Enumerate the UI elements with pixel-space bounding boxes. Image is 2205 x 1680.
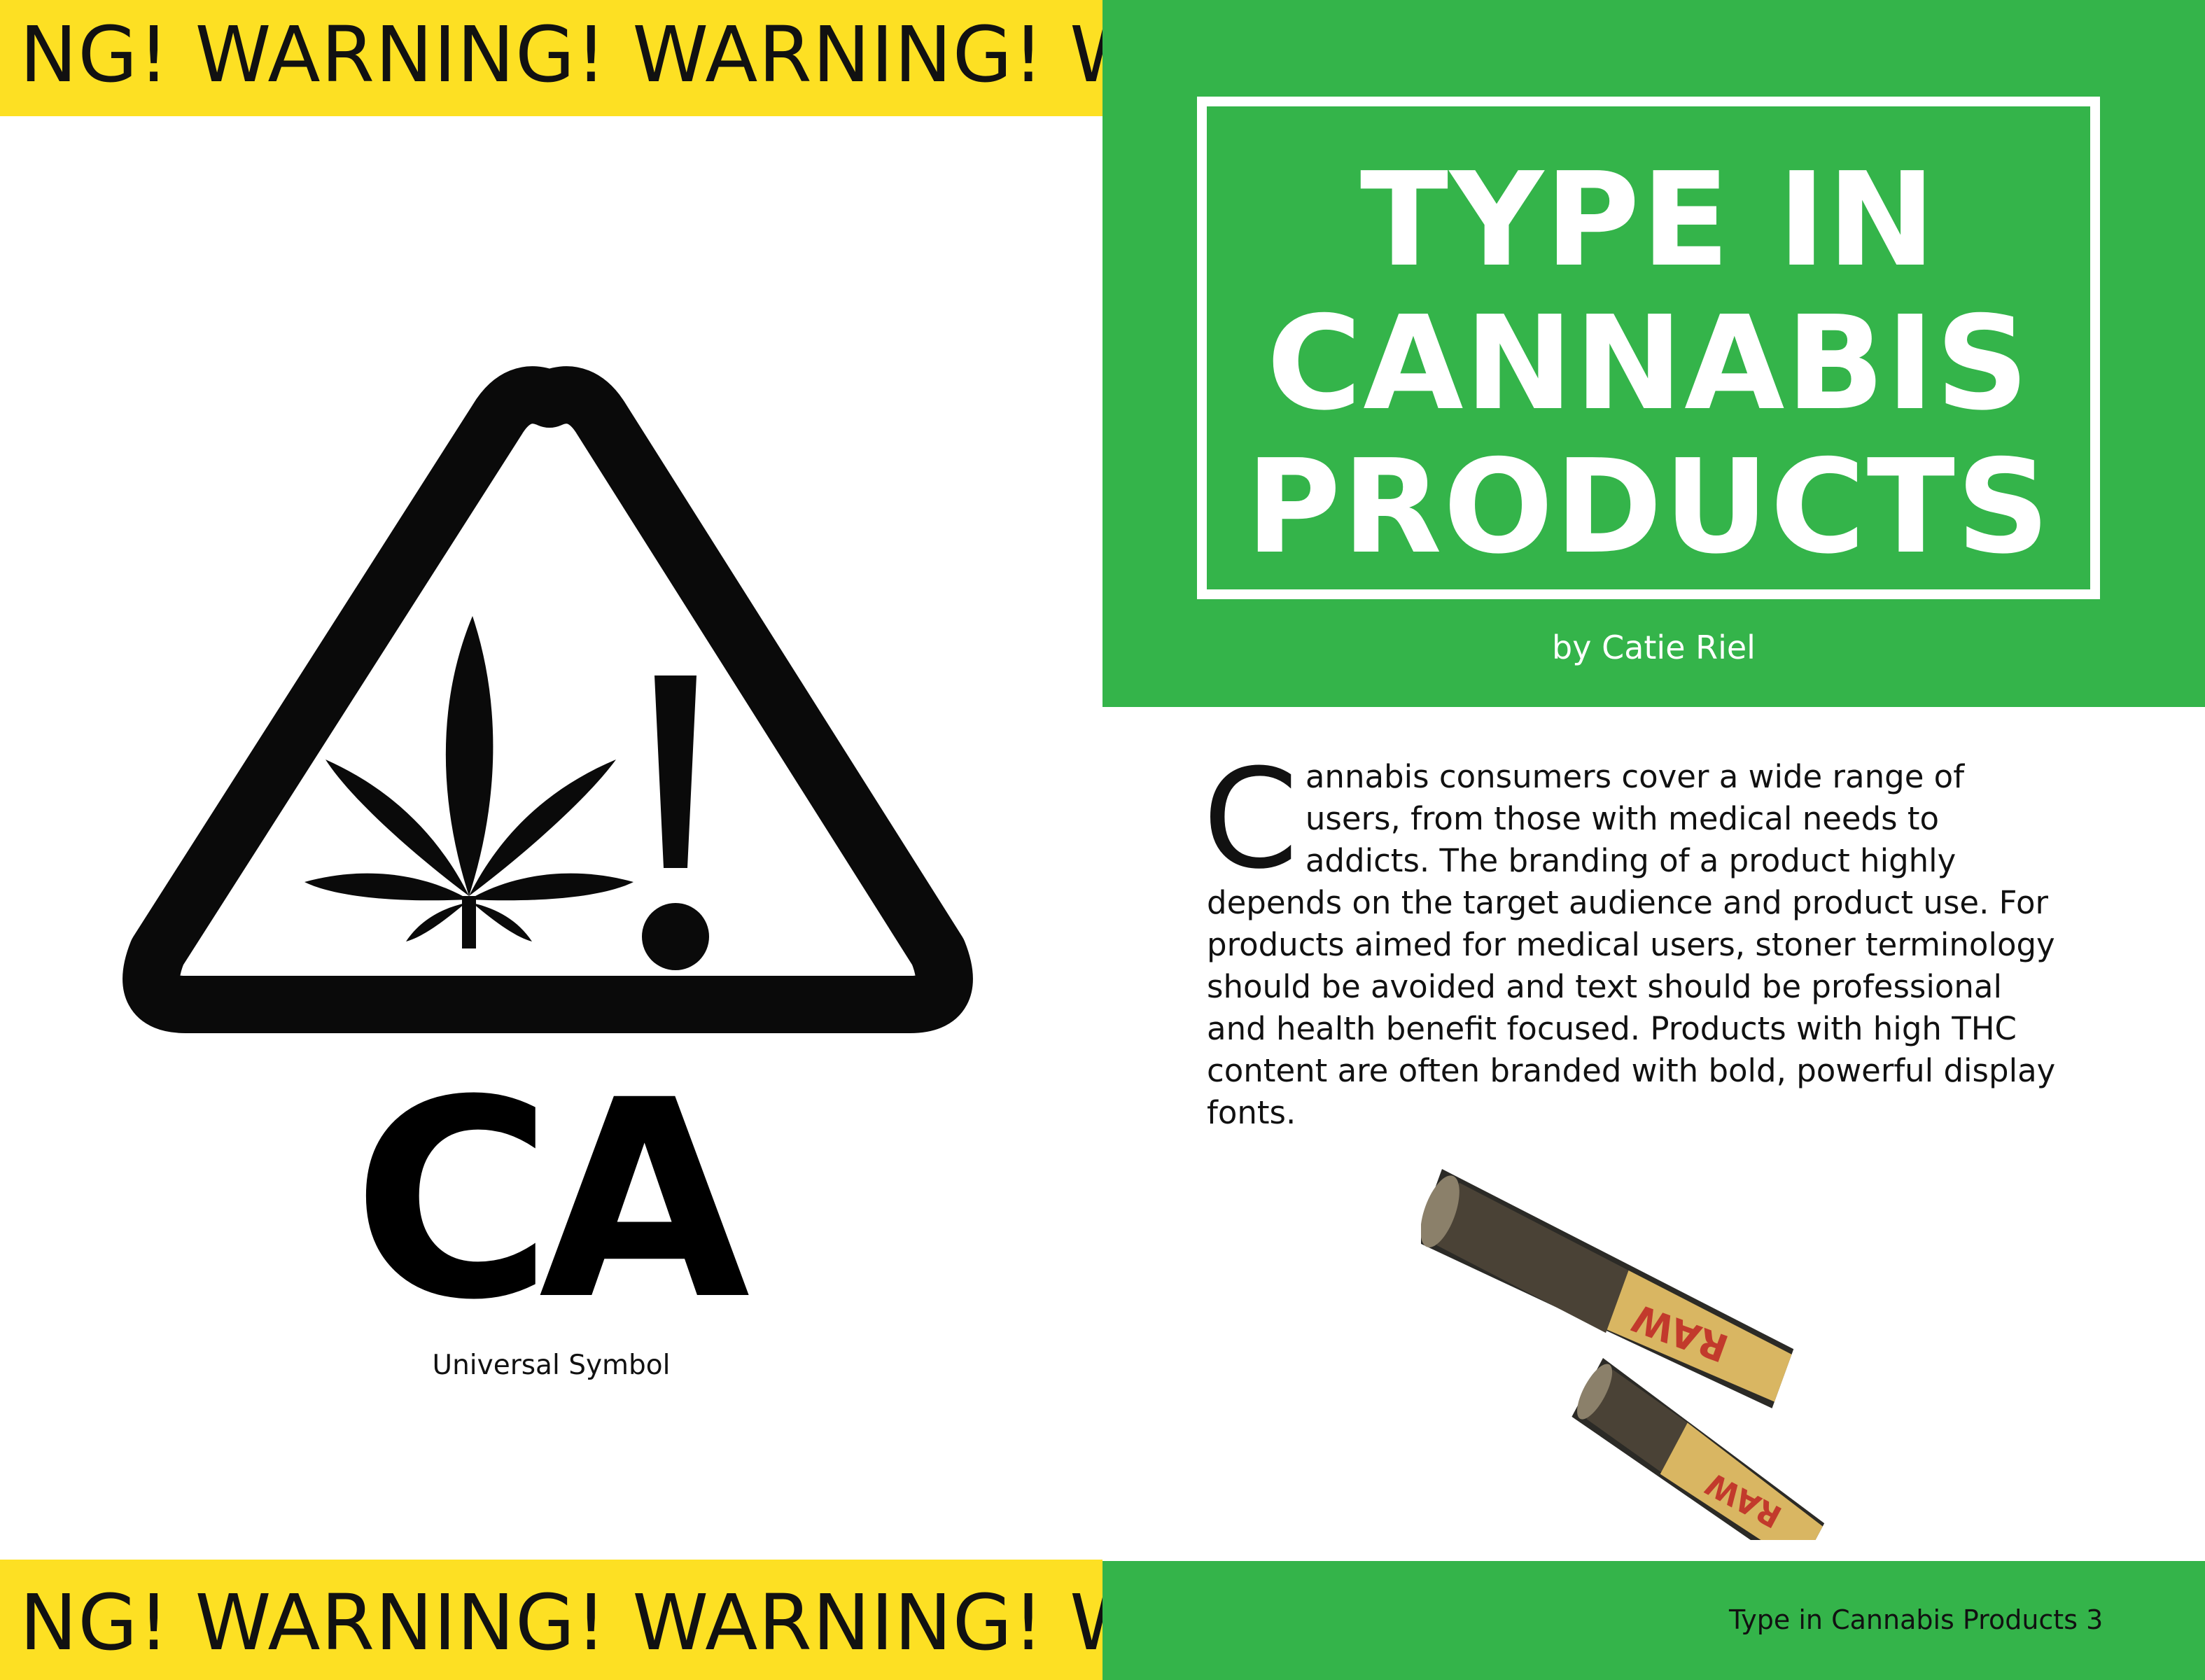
exclamation-icon <box>642 676 709 970</box>
article-body: Cannabis consumers cover a wide range of… <box>1203 751 2068 1134</box>
title-line-2: CANNABIS <box>1266 288 2031 439</box>
ca-label: CA <box>352 1042 750 1359</box>
title-line-1: TYPE IN <box>1359 144 1938 295</box>
symbol-caption: Universal Symbol <box>432 1350 671 1381</box>
warning-band-top: NG! WARNING! WARNING! WA <box>0 0 1102 116</box>
warning-text: NG! WARNING! WARNING! WA <box>20 1578 1102 1667</box>
page-title: TYPE IN CANNABIS PRODUCTS <box>1207 148 2090 579</box>
warning-text: NG! WARNING! WARNING! WA <box>20 10 1102 99</box>
joint-photo: RAW RAW <box>1421 1169 1825 1540</box>
title-frame: TYPE IN CANNABIS PRODUCTS <box>1197 97 2100 599</box>
cannabis-warning-symbol-icon <box>122 366 973 1033</box>
title-line-3: PRODUCTS <box>1245 431 2052 582</box>
article-text: annabis consumers cover a wide range of … <box>1207 758 2056 1131</box>
drop-cap: C <box>1203 740 1298 899</box>
page-footer: Type in Cannabis Products 3 <box>1729 1604 2104 1635</box>
warning-band-bottom: NG! WARNING! WARNING! WA <box>0 1560 1102 1680</box>
byline: by Catie Riel <box>1552 629 1756 666</box>
